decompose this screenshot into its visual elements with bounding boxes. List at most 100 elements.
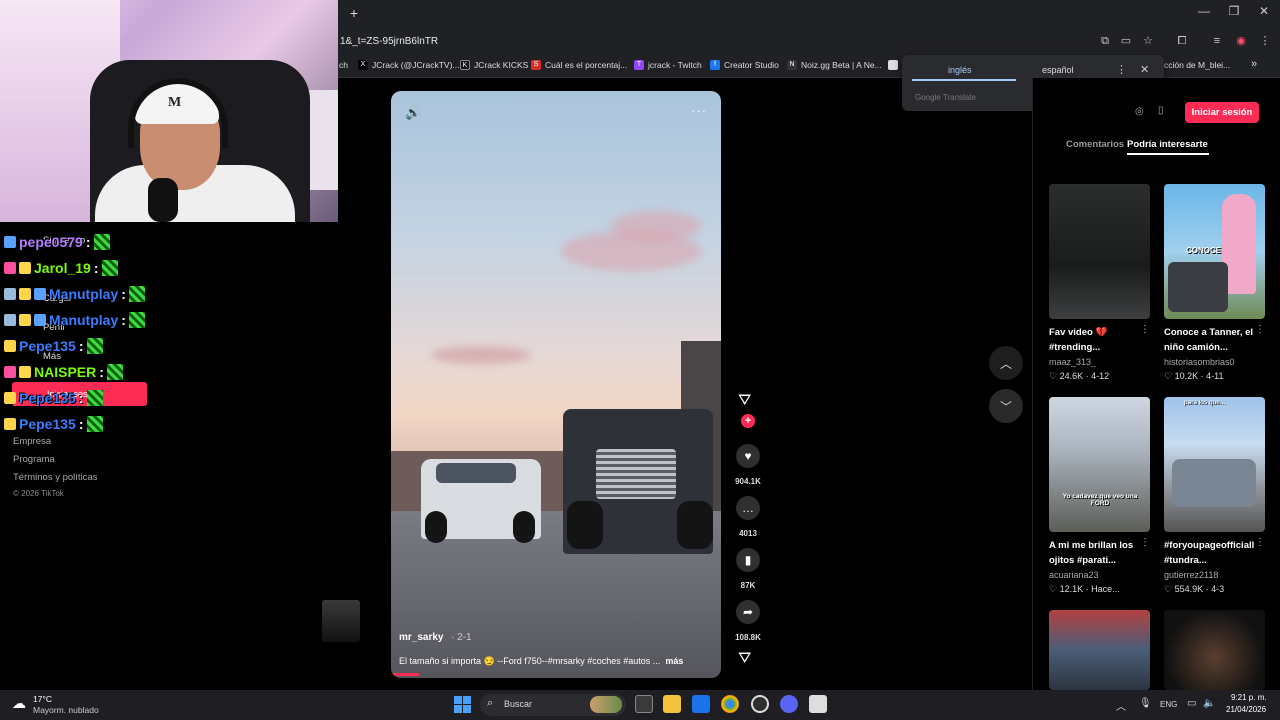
card-thumbnail[interactable]: CONOCE (1164, 184, 1265, 319)
card-thumbnail[interactable]: para los que... (1164, 397, 1265, 532)
chevron-down-icon: ﹀ (999, 399, 1012, 414)
clock-date[interactable]: 21/04/2026 (1226, 705, 1266, 714)
bookmark-star-icon[interactable]: ☆ (1140, 33, 1156, 49)
card-thumbnail[interactable] (1049, 610, 1150, 690)
url-text[interactable]: 1&_t=ZS-95jrnB6lnTR (340, 36, 438, 47)
search-icon: ⌕ (487, 697, 494, 709)
noiz-icon: N (787, 60, 797, 70)
translate-source-tab[interactable]: inglés (948, 65, 972, 75)
card-author[interactable]: historiasombrias0 (1164, 357, 1235, 367)
music-disc-icon[interactable]: ⛛ (738, 650, 751, 668)
chat-message: pepe0579: (4, 231, 110, 253)
chat-badge-icon (34, 288, 46, 300)
mail-icon[interactable] (692, 695, 710, 713)
footer-terms[interactable]: Términos y políticas (13, 472, 97, 483)
bookmark-item[interactable]: K JCrack KICKS (460, 60, 528, 70)
card-more-icon[interactable]: ⋮ (1140, 537, 1150, 548)
discord-icon[interactable] (780, 695, 798, 713)
volume-icon[interactable]: 🔈 (1203, 698, 1215, 709)
taskbar-search-placeholder: Buscar (504, 699, 533, 709)
next-video-button[interactable]: ﹀ (989, 389, 1023, 423)
translate-icon[interactable]: ⧉ (1097, 33, 1113, 49)
card-title[interactable]: #foryoupageofficiall #tundra... (1164, 538, 1264, 568)
obs-icon[interactable] (751, 695, 769, 713)
video-player[interactable]: 🔊 ··· mr_sarky · 2-1 El tamaño si import… (391, 91, 721, 678)
language-indicator[interactable]: ENG (1160, 700, 1177, 709)
close-window-button[interactable]: ✕ (1249, 4, 1279, 18)
translate-menu-icon[interactable]: ⋮ (1116, 63, 1127, 76)
weather-temp[interactable]: 17°C (33, 694, 52, 704)
start-button[interactable] (454, 696, 471, 713)
profile-icon[interactable]: ◉ (1233, 33, 1249, 49)
card-thumbnail[interactable]: Yo cadavez que veo una FORD (1049, 397, 1150, 532)
chat-username: Manutplay (49, 286, 119, 302)
card-author[interactable]: gutierrez2118 (1164, 570, 1218, 580)
bookmark-item[interactable]: cción de M_blei... (1164, 60, 1230, 70)
device-icon[interactable]: ▯ (1158, 105, 1164, 116)
task-view-icon[interactable] (635, 695, 653, 713)
footer-company[interactable]: Empresa (13, 436, 51, 447)
maximize-button[interactable]: ❐ (1219, 4, 1249, 18)
card-title[interactable]: A mi me brillan los ojitos #parati... (1049, 538, 1149, 568)
like-button[interactable]: ♥ (736, 444, 760, 468)
chat-emote-icon (86, 338, 103, 354)
bookmark-item[interactable]: f Creator Studio (710, 60, 779, 70)
network-icon[interactable]: ▭ (1187, 698, 1196, 709)
video-username[interactable]: mr_sarky (399, 632, 443, 643)
media-control-icon[interactable]: ≡ (1209, 33, 1225, 49)
bookmark-item[interactable]: N Noiz.gg Beta | A Ne... (787, 60, 882, 70)
bookmark-item[interactable]: X JCrack (@JCrackTV)... (358, 60, 460, 70)
tab-recommended[interactable]: Podría interesarte (1127, 139, 1208, 150)
login-button[interactable]: Iniciar sesión (1185, 102, 1259, 123)
tray-overflow-icon[interactable]: ︿ (1116, 698, 1126, 713)
card-more-icon[interactable]: ⋮ (1140, 324, 1150, 335)
clock-time[interactable]: 9:21 p. m. (1231, 693, 1267, 702)
translate-target-tab[interactable]: español (1042, 65, 1074, 75)
caption-more-link[interactable]: más (665, 656, 683, 666)
bookmark-item[interactable]: S Cuál es el porcentaj... (531, 60, 627, 70)
install-app-icon[interactable]: ▭ (1118, 33, 1134, 49)
video-date: · 2-1 (451, 632, 472, 643)
app-icon[interactable] (809, 695, 827, 713)
tab-comments[interactable]: Comentarios (1066, 139, 1124, 150)
translate-close-icon[interactable]: ✕ (1140, 63, 1149, 76)
volume-icon[interactable]: 🔊 (405, 105, 421, 121)
chat-separator: : (78, 390, 84, 406)
bookmark-item[interactable]: ch (339, 60, 348, 70)
follow-button[interactable]: + (741, 414, 755, 428)
comment-button[interactable]: … (736, 496, 760, 520)
minimize-button[interactable]: — (1189, 4, 1219, 18)
card-more-icon[interactable]: ⋮ (1255, 537, 1265, 548)
share-button[interactable]: ➦ (736, 600, 760, 624)
chat-username: pepe0579 (19, 234, 83, 250)
card-thumbnail[interactable] (1164, 610, 1265, 690)
chat-badge-icon (4, 314, 16, 326)
footer-program[interactable]: Programa (13, 454, 55, 465)
video-progress-bar[interactable] (391, 673, 419, 676)
new-tab-button[interactable]: + (346, 5, 362, 21)
chrome-icon[interactable] (721, 695, 739, 713)
file-explorer-icon[interactable] (663, 695, 681, 713)
card-thumbnail[interactable] (1049, 184, 1150, 319)
extensions-icon[interactable]: ⧠ (1174, 33, 1190, 49)
bookmark-item[interactable]: Tjcrack - Twitch (634, 60, 702, 70)
card-title[interactable]: Conoce a Tanner, el niño camión... (1164, 325, 1264, 355)
previous-video-button[interactable]: ︿ (989, 346, 1023, 380)
weather-cloud-icon[interactable]: ☁ (12, 695, 26, 712)
microphone-icon[interactable]: 🎙 (1139, 698, 1152, 709)
card-title[interactable]: Fav video 💔 #trending... (1049, 325, 1149, 355)
chat-badge-icon (4, 288, 16, 300)
chrome-menu-icon[interactable]: ⋮ (1257, 33, 1273, 49)
coin-icon[interactable]: ◎ (1135, 106, 1144, 117)
author-avatar[interactable]: ⛛ (738, 392, 751, 410)
bookmark-item[interactable] (888, 60, 898, 70)
feed-thumbnail[interactable] (322, 600, 360, 642)
card-author[interactable]: acuariana23 (1049, 570, 1099, 580)
bookmarks-overflow-button[interactable]: » (1251, 58, 1257, 70)
share-icon: ➦ (742, 605, 754, 619)
card-author[interactable]: maaz_313_ (1049, 357, 1096, 367)
weather-desc[interactable]: Mayorm. nublado (33, 705, 99, 715)
video-more-icon[interactable]: ··· (691, 103, 707, 118)
save-button[interactable]: ▮ (736, 548, 760, 572)
card-more-icon[interactable]: ⋮ (1255, 324, 1265, 335)
